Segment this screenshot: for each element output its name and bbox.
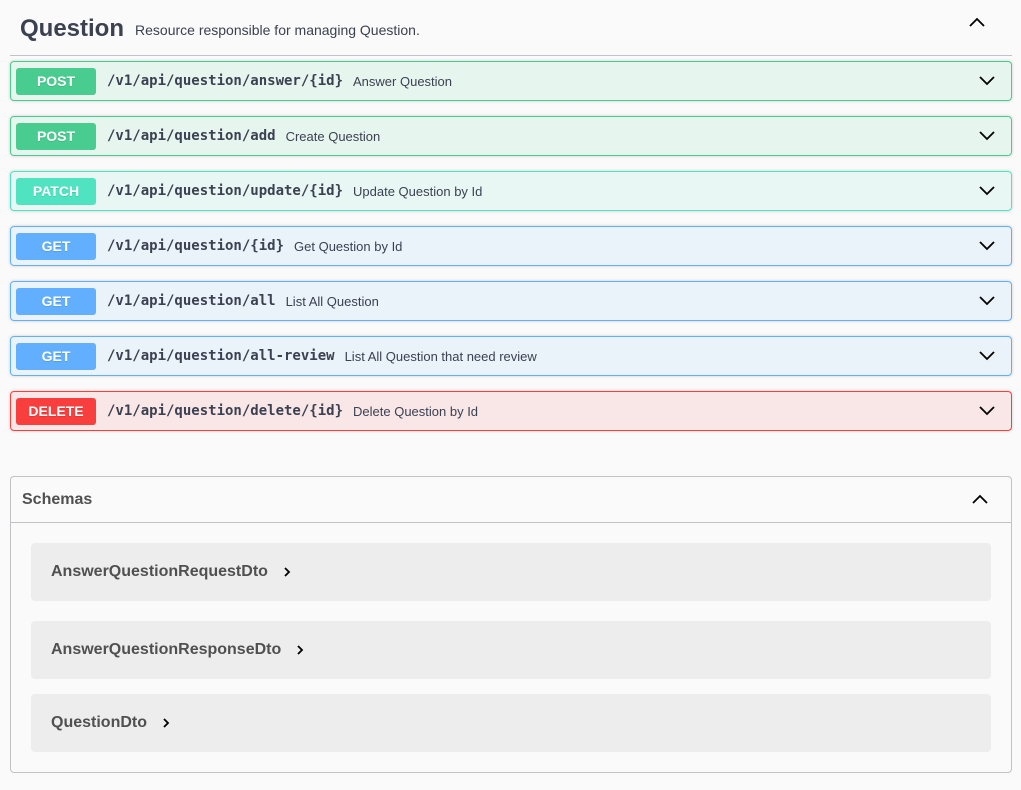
operation-path: /v1/api/question/all [107, 293, 276, 309]
method-badge: DELETE [16, 397, 96, 425]
model-name: AnswerQuestionResponseDto [51, 641, 282, 658]
chevron-right-icon[interactable] [161, 717, 173, 729]
method-badge: POST [16, 67, 96, 95]
chevron-down-icon[interactable] [977, 125, 999, 147]
operation-summary: List All Question [285, 293, 379, 309]
operation-path: /v1/api/question/{id} [107, 238, 285, 254]
model-name: QuestionDto [51, 714, 147, 731]
chevron-down-icon[interactable] [977, 235, 999, 257]
operation-summary: Delete Question by Id [353, 403, 479, 419]
schemas-section: Schemas AnswerQuestionRequestDto AnswerQ… [10, 476, 1012, 773]
operation-get-all-review[interactable]: GET /v1/api/question/all-review List All… [10, 336, 1012, 376]
method-badge: PATCH [16, 177, 96, 205]
tag-header-question[interactable]: Question Resource responsible for managi… [10, 0, 1012, 56]
operation-summary: Answer Question [353, 73, 453, 89]
chevron-down-icon[interactable] [977, 400, 999, 422]
operation-path: /v1/api/question/answer/{id} [107, 73, 344, 89]
operation-summary: Update Question by Id [353, 183, 483, 199]
operation-post-create-question[interactable]: POST /v1/api/question/add Create Questio… [10, 116, 1012, 156]
operation-summary: Get Question by Id [294, 238, 403, 254]
method-badge: POST [16, 122, 96, 150]
operation-path: /v1/api/question/add [107, 128, 276, 144]
operation-summary: List All Question that need review [344, 348, 537, 364]
chevron-down-icon[interactable] [977, 290, 999, 312]
chevron-down-icon[interactable] [977, 345, 999, 367]
chevron-up-icon[interactable] [968, 487, 992, 511]
chevron-right-icon[interactable] [282, 566, 294, 578]
chevron-up-icon[interactable] [965, 10, 989, 34]
chevron-down-icon[interactable] [977, 70, 999, 92]
method-badge: GET [16, 287, 96, 315]
operation-path: /v1/api/question/delete/{id} [107, 403, 344, 419]
model-name: AnswerQuestionRequestDto [51, 563, 268, 580]
schemas-title: Schemas [22, 490, 93, 508]
tag-title: Question [20, 14, 125, 42]
operation-get-all-questions[interactable]: GET /v1/api/question/all List All Questi… [10, 281, 1012, 321]
operation-get-question-by-id[interactable]: GET /v1/api/question/{id} Get Question b… [10, 226, 1012, 266]
tag-description: Resource responsible for managing Questi… [135, 21, 420, 38]
schemas-header[interactable]: Schemas [11, 477, 1011, 523]
operation-path: /v1/api/question/all-review [107, 348, 335, 364]
operation-summary: Create Question [285, 128, 381, 144]
operation-path: /v1/api/question/update/{id} [107, 183, 344, 199]
chevron-down-icon[interactable] [977, 180, 999, 202]
schema-model[interactable]: QuestionDto [31, 694, 991, 752]
operation-post-answer-question[interactable]: POST /v1/api/question/answer/{id} Answer… [10, 61, 1012, 101]
operation-delete-question[interactable]: DELETE /v1/api/question/delete/{id} Dele… [10, 391, 1012, 431]
chevron-right-icon[interactable] [295, 644, 307, 656]
method-badge: GET [16, 232, 96, 260]
method-badge: GET [16, 342, 96, 370]
schema-model[interactable]: AnswerQuestionResponseDto [31, 621, 991, 679]
schema-model[interactable]: AnswerQuestionRequestDto [31, 543, 991, 601]
operation-patch-update-question[interactable]: PATCH /v1/api/question/update/{id} Updat… [10, 171, 1012, 211]
